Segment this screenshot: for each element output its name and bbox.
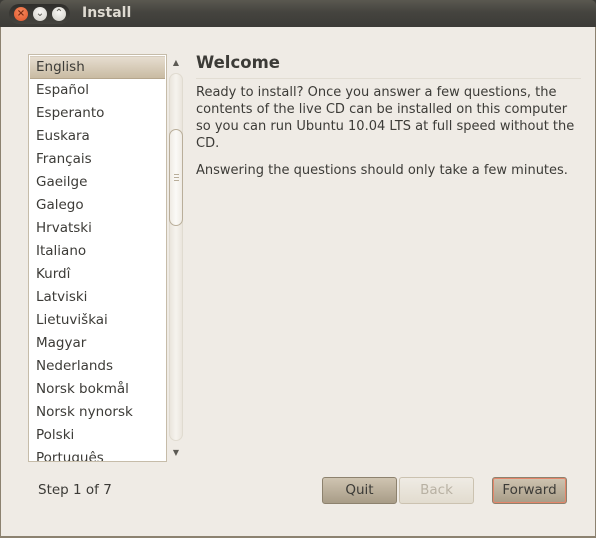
welcome-text: Ready to install? Once you answer a few … [196,85,575,151]
language-item[interactable]: Español [30,79,165,102]
scroll-down-icon[interactable]: ▼ [171,448,181,458]
forward-button[interactable]: Forward [492,477,567,504]
language-list[interactable]: English Español Esperanto Euskara Français Ga… [28,54,167,462]
language-list-items: English Español Esperanto Euskara Français Ga… [30,56,165,461]
grip-icon [174,174,179,181]
language-item[interactable]: Français [30,148,165,171]
installer-window: × ⌄ ⌃ Install English Español Esperanto Eus… [0,0,596,538]
language-item[interactable]: Nederlands [30,355,165,378]
window-content: English Español Esperanto Euskara Français Ga… [0,27,596,538]
window-controls: × ⌄ ⌃ [9,4,70,24]
minimize-icon[interactable]: ⌄ [33,7,47,21]
language-item[interactable]: Kurdî [30,263,165,286]
welcome-note: Answering the questions should only take… [196,163,568,178]
language-item[interactable]: Latviski [30,286,165,309]
language-item[interactable]: Galego [30,194,165,217]
page-title: Welcome [196,53,280,72]
language-item[interactable]: Norsk nynorsk [30,401,165,424]
language-item[interactable]: Polski [30,424,165,447]
language-item[interactable]: Magyar [30,332,165,355]
quit-button[interactable]: Quit [322,477,397,504]
language-item[interactable]: Euskara [30,125,165,148]
language-list-scrollbar[interactable]: ▲ ▼ [167,54,185,460]
language-item[interactable]: English [30,56,165,79]
welcome-panel: Welcome Ready to install? Once you answe… [196,53,581,189]
language-item[interactable]: Norsk bokmål [30,378,165,401]
maximize-icon[interactable]: ⌃ [52,7,66,21]
language-item[interactable]: Esperanto [30,102,165,125]
back-button[interactable]: Back [399,477,474,504]
heading-divider [196,78,581,79]
language-item[interactable]: Português [30,447,165,461]
close-icon[interactable]: × [14,7,28,21]
window-title: Install [82,5,132,21]
title-bar[interactable]: × ⌄ ⌃ Install [0,0,596,27]
step-indicator: Step 1 of 7 [38,482,112,498]
language-item[interactable]: Lietuviškai [30,309,165,332]
language-item[interactable]: Hrvatski [30,217,165,240]
language-item[interactable]: Italiano [30,240,165,263]
language-item[interactable]: Gaeilge [30,171,165,194]
scrollbar-thumb[interactable] [169,129,183,226]
scroll-up-icon[interactable]: ▲ [171,58,181,68]
